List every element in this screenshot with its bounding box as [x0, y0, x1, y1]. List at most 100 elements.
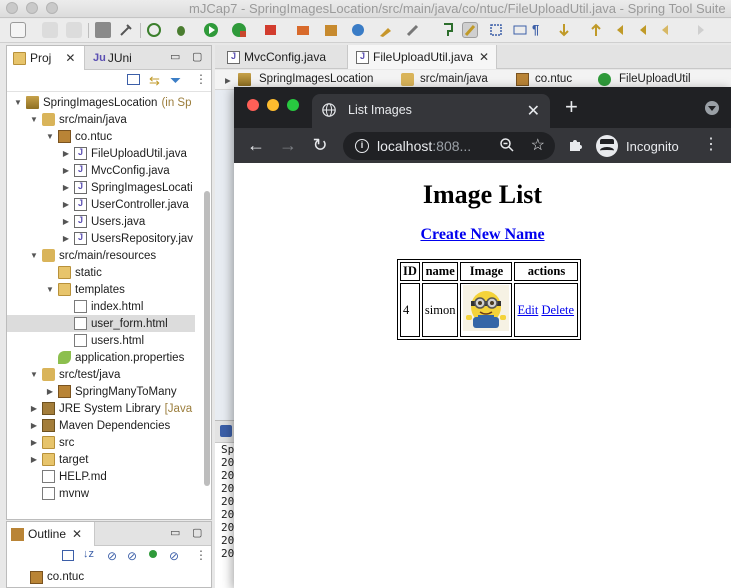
create-new-name-link[interactable]: Create New Name	[420, 226, 544, 243]
back-icon[interactable]	[637, 22, 653, 38]
close-window-button[interactable]	[247, 99, 259, 111]
collapsed-arrow-icon[interactable]: ▶	[29, 455, 39, 464]
collapsed-arrow-icon[interactable]: ▶	[29, 421, 39, 430]
zoom-icon[interactable]	[499, 137, 515, 153]
address-bar[interactable]: i localhost:808... ☆	[343, 132, 555, 160]
open-type-icon[interactable]	[350, 22, 366, 38]
collapse-all-icon[interactable]	[62, 550, 74, 561]
chrome-menu-icon[interactable]: ⋮	[703, 136, 719, 154]
tree-item[interactable]: ▼ src/test/java	[7, 366, 195, 383]
delete-link[interactable]: Delete	[541, 303, 574, 317]
run-config-icon[interactable]	[231, 22, 247, 38]
browser-tab-list-images[interactable]: List Images ✕	[312, 94, 550, 128]
tree-item[interactable]: ▶ Users.java	[7, 213, 195, 230]
tree-item[interactable]: application.properties	[7, 349, 195, 366]
tree-item[interactable]: HELP.md	[7, 468, 195, 485]
minimize-window-button[interactable]	[267, 99, 279, 111]
save-all-icon[interactable]	[66, 22, 82, 38]
breadcrumb-package[interactable]: co.ntuc	[535, 73, 572, 85]
view-menu-icon[interactable]: ⋮	[195, 548, 207, 562]
new-tab-button[interactable]: +	[565, 96, 578, 118]
tree-item[interactable]: static	[7, 264, 195, 281]
tree-item[interactable]: mvnw	[7, 485, 195, 502]
tree-item[interactable]: ▼ co.ntuc	[7, 128, 195, 145]
filter-icon[interactable]: ⏷	[170, 72, 181, 89]
hide-local-types-icon[interactable]: ⊘	[169, 549, 179, 563]
tree-item[interactable]: ▶ SpringImagesLocati	[7, 179, 195, 196]
code-editor-gutter[interactable]	[215, 90, 235, 420]
tab-outline[interactable]: Outline ✕	[7, 522, 95, 546]
expanded-arrow-icon[interactable]: ▼	[45, 285, 55, 294]
maximize-icon[interactable]: ▢	[192, 526, 202, 539]
maximize-icon[interactable]: ▢	[192, 50, 202, 63]
run-icon[interactable]	[203, 22, 219, 38]
reload-icon[interactable]: ↻	[308, 134, 332, 158]
spring-icon[interactable]	[146, 22, 162, 38]
save-icon[interactable]	[42, 22, 58, 38]
tab-search-button[interactable]	[705, 101, 719, 115]
collapsed-arrow-icon[interactable]: ▶	[61, 217, 71, 226]
tree-item[interactable]: ▶ FileUploadUtil.java	[7, 145, 195, 162]
tree-item[interactable]: users.html	[7, 332, 195, 349]
console-icon[interactable]	[220, 425, 232, 437]
bookmark-star-icon[interactable]: ☆	[531, 135, 545, 155]
expanded-arrow-icon[interactable]: ▼	[29, 370, 39, 379]
window-close-dot[interactable]	[6, 2, 18, 14]
server-icon[interactable]	[295, 22, 311, 38]
expanded-arrow-icon[interactable]: ▼	[13, 98, 23, 107]
edit-link[interactable]: Edit	[517, 303, 538, 317]
tree-item[interactable]: ▶ JRE System Library [Java	[7, 400, 195, 417]
block-select-icon[interactable]	[488, 22, 504, 38]
tree-scrollbar[interactable]	[204, 191, 210, 486]
expanded-arrow-icon[interactable]: ▼	[29, 115, 39, 124]
console-icon[interactable]	[95, 22, 111, 38]
close-icon[interactable]: ✕	[72, 527, 82, 541]
incognito-profile-button[interactable]: Incognito	[596, 132, 679, 160]
back-arrow-icon[interactable]: ←	[244, 134, 268, 158]
minimize-icon[interactable]: ▭	[170, 526, 180, 539]
tools-icon[interactable]	[118, 22, 134, 38]
tree-item[interactable]: ▶ src	[7, 434, 195, 451]
breadcrumb-project[interactable]: SpringImagesLocation	[259, 73, 373, 85]
tree-item[interactable]: ▶ Maven Dependencies	[7, 417, 195, 434]
hide-fields-icon[interactable]: ⊘	[107, 549, 117, 563]
view-menu-icon[interactable]: ⋮	[195, 72, 207, 86]
minimize-icon[interactable]: ▭	[170, 50, 180, 63]
collapsed-arrow-icon[interactable]: ▶	[61, 200, 71, 209]
last-edit-icon[interactable]	[615, 22, 631, 38]
back-dropdown-icon[interactable]	[660, 22, 676, 38]
fullscreen-window-button[interactable]	[287, 99, 299, 111]
collapsed-arrow-icon[interactable]: ▶	[61, 183, 71, 192]
tree-item[interactable]: ▼ src/main/java	[7, 111, 195, 128]
tab-project-explorer[interactable]: Proj ✕	[7, 46, 85, 70]
window-zoom-dot[interactable]	[46, 2, 58, 14]
expanded-arrow-icon[interactable]: ▼	[29, 251, 39, 260]
site-info-icon[interactable]: i	[355, 139, 369, 153]
breadcrumb-source-folder[interactable]: src/main/java	[420, 73, 488, 85]
window-minimize-dot[interactable]	[26, 2, 38, 14]
collapsed-arrow-icon[interactable]: ▶	[45, 387, 55, 396]
search-icon[interactable]	[405, 22, 421, 38]
tab-mvcconfig[interactable]: MvcConfig.java	[219, 45, 334, 69]
collapsed-arrow-icon[interactable]: ▶	[29, 404, 39, 413]
collapsed-arrow-icon[interactable]: ▶	[61, 234, 71, 243]
tree-item[interactable]: user_form.html	[7, 315, 195, 332]
extensions-puzzle-icon[interactable]	[569, 138, 583, 152]
task-icon[interactable]	[378, 22, 394, 38]
tree-item[interactable]: ▶ MvcConfig.java	[7, 162, 195, 179]
collapse-all-icon[interactable]	[127, 74, 140, 85]
next-annotation-icon[interactable]	[556, 22, 572, 38]
close-icon[interactable]: ✕	[65, 51, 75, 65]
forward-arrow-icon[interactable]: →	[276, 134, 300, 158]
pilcrow-icon[interactable]: ¶	[532, 22, 548, 38]
new-icon[interactable]	[10, 22, 26, 38]
hide-static-icon[interactable]: ⊘	[127, 549, 137, 563]
expanded-arrow-icon[interactable]: ▼	[45, 132, 55, 141]
sort-icon[interactable]: ↓z	[83, 548, 94, 560]
breadcrumb-class[interactable]: FileUploadUtil	[619, 73, 691, 85]
package-icon[interactable]	[323, 22, 339, 38]
annotation-icon[interactable]	[440, 22, 456, 38]
tree-item[interactable]: ▼ templates	[7, 281, 195, 298]
tree-item[interactable]: ▶ UsersRepository.jav	[7, 230, 195, 247]
link-with-editor-icon[interactable]: ⇆	[149, 73, 160, 89]
